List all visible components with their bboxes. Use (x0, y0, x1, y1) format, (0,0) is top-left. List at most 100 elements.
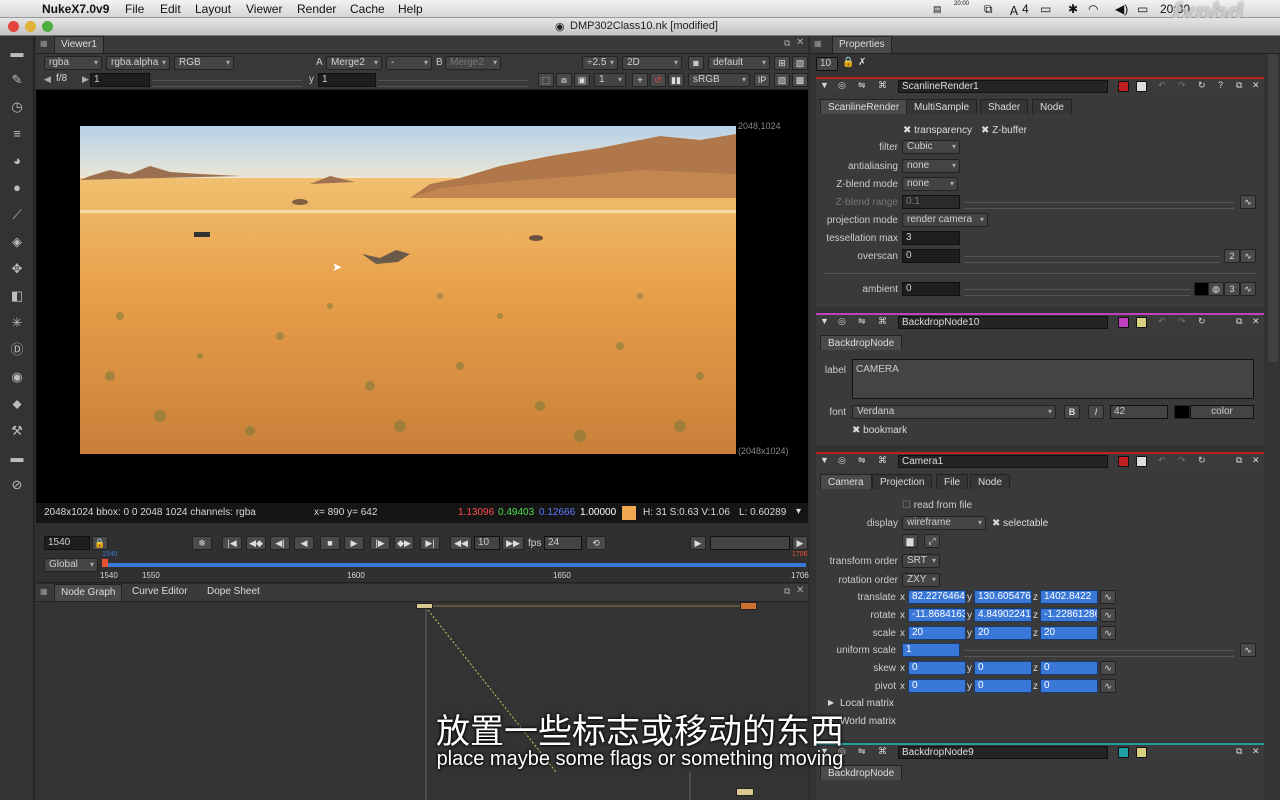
close-node-icon[interactable]: ✕ (1252, 455, 1260, 466)
scale-y[interactable]: 20 (974, 626, 1032, 640)
first-frame-icon[interactable]: |◀ (222, 536, 242, 550)
furnace-icon[interactable]: ⊘ (8, 476, 26, 494)
color-wheel-icon[interactable]: ◍ (1208, 282, 1224, 296)
antialiasing-dropdown[interactable]: none (902, 159, 960, 173)
current-frame-field[interactable]: 1540 (44, 536, 90, 550)
float-icon[interactable]: ? (1218, 80, 1223, 90)
label-textarea[interactable]: CAMERA (852, 359, 1254, 399)
paint-icon[interactable]: ✎ (8, 71, 26, 89)
tab-node[interactable]: Node (970, 474, 1010, 489)
help-icon[interactable]: ◎ (838, 80, 846, 91)
fstop-value[interactable]: f/8 (56, 73, 67, 84)
playhead[interactable] (102, 559, 108, 567)
alpha-dropdown[interactable]: rgba.alpha (106, 56, 170, 70)
backdrop10-name-field[interactable]: BackdropNode10 (898, 316, 1108, 329)
step-size-field[interactable]: 10 (474, 536, 500, 550)
animation-icon[interactable]: ∿ (1100, 590, 1116, 604)
view-mode-dropdown[interactable]: 2D (622, 56, 682, 70)
undo-icon[interactable]: ↶ (1158, 455, 1166, 466)
skew-z[interactable]: 0 (1040, 661, 1098, 675)
float-panel-icon[interactable]: ⧉ (784, 586, 790, 597)
pivot-x[interactable]: 0 (908, 679, 966, 693)
wipe-mode-dropdown[interactable]: - (386, 56, 432, 70)
node-icon[interactable]: ⇋ (858, 316, 866, 327)
tessellation-field[interactable]: 3 (902, 231, 960, 245)
volume-icon[interactable]: ◀) (1115, 2, 1128, 16)
stop-up-icon[interactable]: ▶ (82, 74, 89, 85)
viewer-canvas[interactable]: ➤ 2048,1024 (2048x1024) (36, 90, 808, 503)
proxy-icon[interactable]: ▣ (574, 73, 590, 87)
translate-z[interactable]: 1402.8422 (1040, 590, 1098, 604)
animation-icon[interactable]: ∿ (1100, 608, 1116, 622)
deep-icon[interactable]: Ⓓ (8, 341, 26, 359)
close-node-icon[interactable]: ✕ (1252, 80, 1260, 91)
fps-field[interactable]: 24 (544, 536, 582, 550)
collapse-icon[interactable]: ▼ (820, 80, 829, 90)
merge-icon[interactable]: ◈ (8, 233, 26, 251)
animation-icon[interactable]: ∿ (1240, 249, 1256, 263)
read-from-file-checkbox[interactable]: ☐ read from file (902, 500, 972, 511)
menu-viewer[interactable]: Viewer (246, 2, 282, 16)
node-color-swatch[interactable] (1118, 81, 1129, 92)
pivot-z[interactable]: 0 (1040, 679, 1098, 693)
play-forward-icon[interactable]: ▶ (344, 536, 364, 550)
filter-dropdown[interactable]: Cubic (902, 140, 960, 154)
camera-lock-icon[interactable]: ◙ (688, 56, 704, 70)
properties-scrollbar[interactable] (1268, 54, 1278, 362)
timeline-bar[interactable] (102, 563, 806, 567)
tab-dope-sheet[interactable]: Dope Sheet (201, 584, 266, 601)
redo-icon[interactable]: ↷ (1178, 80, 1186, 91)
help-icon[interactable]: ◎ (838, 455, 846, 466)
zoom-button[interactable] (42, 21, 53, 32)
float-panel-icon[interactable]: ⧉ (784, 38, 790, 49)
rotation-order-dropdown[interactable]: ZXY (902, 573, 940, 587)
tab-scanlinerender[interactable]: ScanlineRender (820, 99, 908, 114)
redo-icon[interactable]: ↷ (1178, 455, 1186, 466)
animation-icon[interactable]: ∿ (1100, 661, 1116, 675)
revert-knobs-icon[interactable]: ↻ (1198, 80, 1206, 91)
tab-multisample[interactable]: MultiSample (906, 99, 978, 114)
tab-backdropnode[interactable]: BackdropNode (820, 335, 903, 350)
collapse-icon[interactable]: ▼ (820, 316, 829, 326)
display-channel-dropdown[interactable]: RGB (174, 56, 234, 70)
render-icon[interactable]: ▶ (792, 536, 808, 550)
tab-projection[interactable]: Projection (872, 474, 933, 489)
input-process-button[interactable]: IP (754, 73, 770, 87)
gamma-field[interactable]: 1 (318, 73, 376, 87)
projection-mode-dropdown[interactable]: render camera (902, 213, 988, 227)
collapse-icon[interactable]: ▼ (820, 455, 829, 465)
float-panel-icon[interactable]: ⧉ (1236, 316, 1242, 327)
skew-x[interactable]: 0 (908, 661, 966, 675)
ambient-slider[interactable] (964, 282, 1190, 296)
help-icon[interactable]: ◎ (838, 316, 846, 327)
transform-icon[interactable]: ✥ (8, 260, 26, 278)
range-mode-dropdown[interactable]: Global (44, 558, 98, 572)
uniform-scale-slider[interactable] (964, 643, 1234, 657)
menu-file[interactable]: File (125, 2, 144, 16)
pause-update-icon[interactable]: ↺ (650, 73, 666, 87)
battery-icon[interactable]: ▭ (1137, 2, 1148, 16)
animation-icon[interactable]: ∿ (1240, 282, 1256, 296)
tab-shader[interactable]: Shader (980, 99, 1029, 114)
scale-x[interactable]: 20 (908, 626, 966, 640)
skew-y[interactable]: 0 (974, 661, 1032, 675)
node-color-swatch[interactable] (1118, 317, 1129, 328)
gl-color-swatch[interactable] (1136, 456, 1147, 467)
revert-icon[interactable]: ⌘ (878, 316, 887, 327)
max-panels-field[interactable]: 10 (816, 57, 838, 71)
pivot-y[interactable]: 0 (974, 679, 1032, 693)
bold-button[interactable]: B (1064, 405, 1080, 419)
proxy-dropdown[interactable]: 1 (594, 73, 626, 87)
gl-color-swatch[interactable] (1136, 317, 1147, 328)
tab-node-graph[interactable]: Node Graph (54, 584, 123, 601)
mask-overlay-icon[interactable]: ▧ (792, 56, 808, 70)
pin-icon[interactable]: 🔒 (842, 57, 854, 68)
font-size-field[interactable]: 42 (1110, 405, 1168, 419)
revert-knobs-icon[interactable]: ↻ (1198, 316, 1206, 327)
camera-node[interactable] (736, 788, 754, 796)
step-back-icon[interactable]: ◀◀ (450, 536, 472, 550)
overscan-field[interactable]: 0 (902, 249, 960, 263)
scale-z[interactable]: 20 (1040, 626, 1098, 640)
float-panel-icon[interactable]: ⧉ (1236, 80, 1242, 91)
node-icon[interactable]: ⇋ (858, 455, 866, 466)
